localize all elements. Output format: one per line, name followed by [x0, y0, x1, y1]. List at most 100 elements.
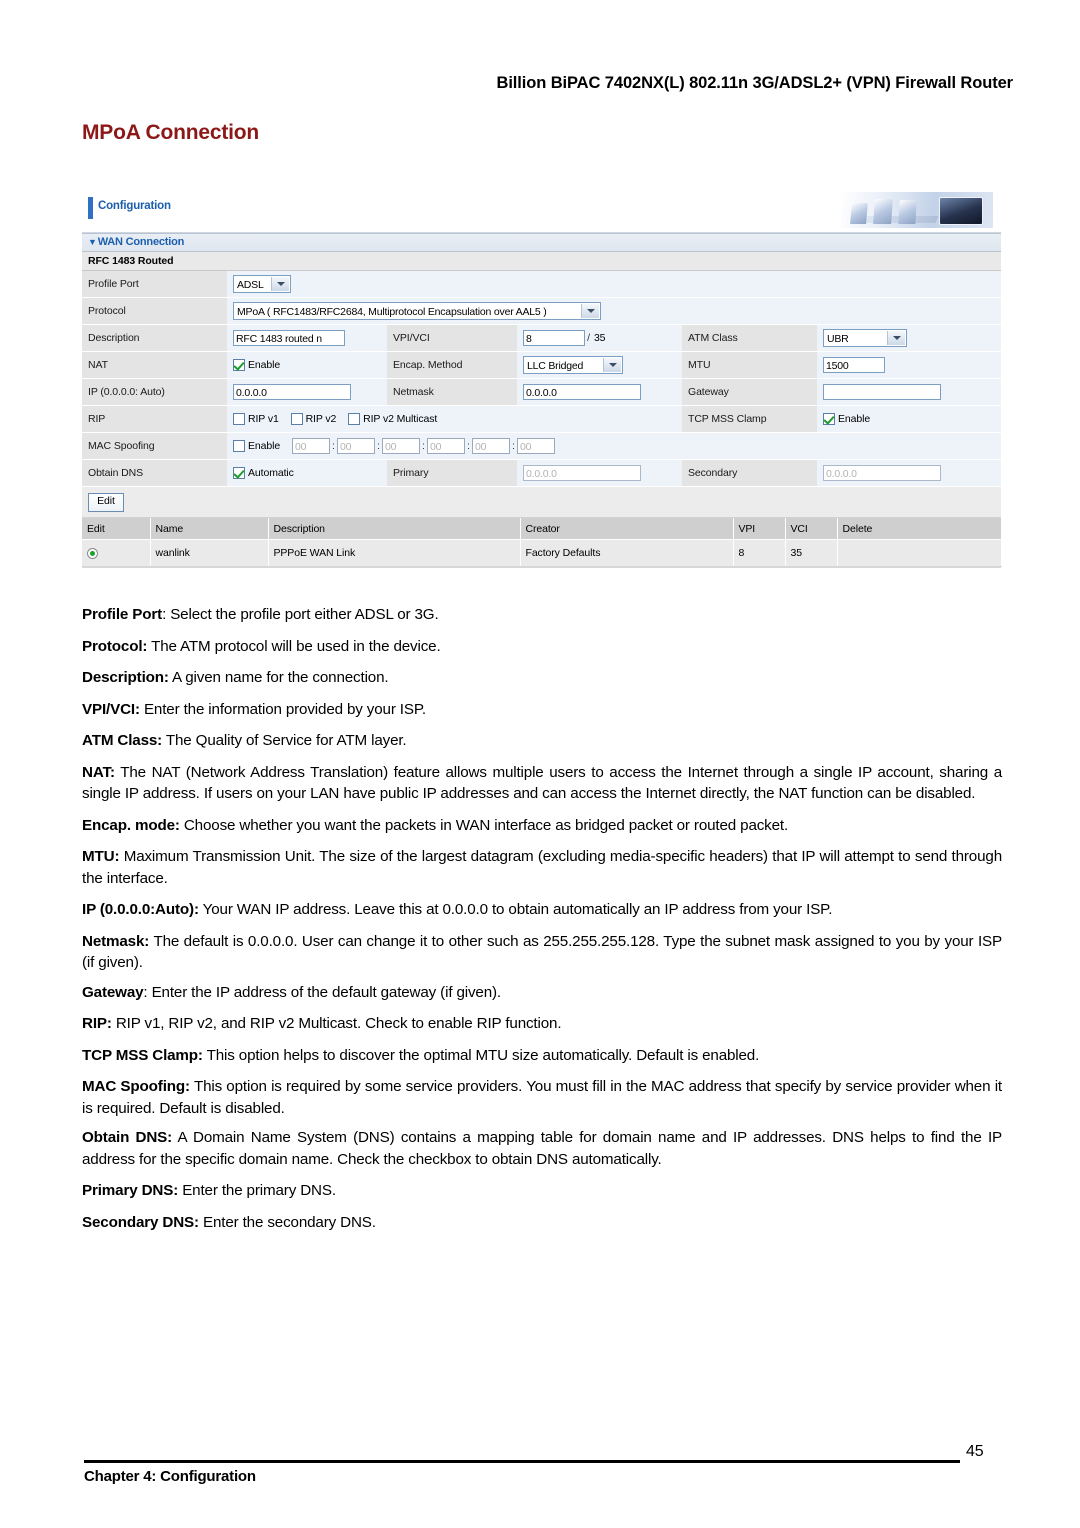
- table-row: wanlink PPPoE WAN Link Factory Defaults …: [82, 539, 1002, 567]
- column-header-delete: Delete: [837, 518, 1002, 540]
- obtain-dns-automatic-checkbox[interactable]: Automatic: [233, 467, 294, 480]
- description-nat: NAT: The NAT (Network Address Translatio…: [82, 762, 1002, 805]
- chair-shape-2: [873, 199, 893, 224]
- rip-v1-checkbox[interactable]: RIP v1: [233, 413, 279, 426]
- netmask-input[interactable]: 0.0.0.0: [523, 384, 641, 400]
- column-header-description: Description: [268, 518, 521, 540]
- description-tcp-mss-clamp: TCP MSS Clamp: This option helps to disc…: [82, 1045, 1002, 1067]
- footer-chapter-label: Chapter 4: Configuration: [84, 1468, 256, 1485]
- obtain-dns-label: Obtain DNS: [82, 459, 227, 487]
- document-page: Billion BiPAC 7402NX(L) 802.11n 3G/ADSL2…: [0, 0, 1080, 1528]
- rip-v2-label: RIP v2: [305, 413, 337, 426]
- sep-gateway: :: [143, 983, 152, 1001]
- page-number: 45: [966, 1443, 984, 1460]
- term-netmask: Netmask:: [82, 932, 150, 950]
- screenshot-bottom-border: [82, 567, 1001, 568]
- encap-method-value: LLC Bridged: [527, 360, 584, 372]
- mac-octet-1[interactable]: 00: [291, 438, 330, 454]
- page-title: MPoA Connection: [82, 121, 260, 144]
- wan-settings-form: Profile Port ADSL Protocol MPoA ( RFC148…: [82, 271, 1002, 487]
- mac-octet-4[interactable]: 00: [426, 438, 465, 454]
- primary-dns-input[interactable]: 0.0.0.0: [523, 465, 641, 481]
- checkbox-icon: [348, 413, 361, 426]
- vpi-vci-separator: /: [587, 332, 590, 344]
- mac-octet-separator: :: [467, 440, 470, 452]
- row-vci: 35: [785, 539, 838, 567]
- text-profile-port: Select the profile port either ADSL or 3…: [170, 606, 439, 623]
- description-cell: RFC 1483 routed n: [227, 324, 387, 352]
- row-select-cell[interactable]: [82, 539, 151, 567]
- vpi-input[interactable]: 8: [523, 330, 585, 346]
- term-rip: RIP:: [82, 1015, 112, 1032]
- chair-shape-1: [850, 203, 868, 224]
- nat-enable-label: Enable: [248, 359, 281, 372]
- primary-dns-cell: 0.0.0.0: [517, 459, 682, 487]
- profile-port-select[interactable]: ADSL: [233, 275, 291, 293]
- nat-enable-checkbox[interactable]: Enable: [233, 359, 281, 372]
- encap-method-select[interactable]: LLC Bridged: [523, 356, 623, 374]
- encap-method-label: Encap. Method: [387, 351, 517, 379]
- profile-port-value: ADSL: [237, 279, 264, 291]
- tab-accent-bar: [88, 197, 93, 219]
- chevron-down-icon: [887, 331, 905, 345]
- mtu-input[interactable]: 1500: [823, 357, 885, 373]
- rip-cell: RIP v1 RIP v2 RIP v2 Multicast: [227, 405, 682, 433]
- secondary-dns-input[interactable]: 0.0.0.0: [823, 465, 941, 481]
- rfc1483-routed-subheader: RFC 1483 Routed: [82, 252, 1001, 271]
- brand-banner-image: [841, 192, 993, 228]
- checkbox-icon: [233, 440, 245, 453]
- mac-octet-3[interactable]: 00: [381, 438, 420, 454]
- router-config-screenshot: Configuration ▼WAN Connection RFC 1483 R…: [82, 190, 1002, 568]
- form-row-description: Description RFC 1483 routed n VPI/VCI 8/…: [82, 324, 1002, 352]
- row-delete[interactable]: [837, 539, 1002, 567]
- mac-octet-2[interactable]: 00: [336, 438, 375, 454]
- obtain-dns-automatic-label: Automatic: [248, 467, 294, 480]
- atm-class-value: UBR: [827, 333, 849, 345]
- tcp-mss-clamp-label: TCP MSS Clamp: [682, 405, 817, 433]
- mac-spoofing-label: MAC Spoofing: [82, 432, 227, 460]
- rip-v2-multicast-checkbox[interactable]: RIP v2 Multicast: [348, 413, 438, 426]
- encap-method-cell: LLC Bridged: [517, 351, 682, 379]
- radio-button-icon[interactable]: [87, 547, 98, 559]
- description-input[interactable]: RFC 1483 routed n: [233, 330, 345, 346]
- text-atm-class: The Quality of Service for ATM layer.: [165, 732, 407, 749]
- term-mtu: MTU:: [82, 848, 120, 865]
- description-protocol: Protocol: The ATM protocol will be used …: [82, 636, 1002, 658]
- mac-octet-6[interactable]: 00: [516, 438, 555, 454]
- text-protocol: The ATM protocol will be used in the dev…: [151, 637, 441, 655]
- protocol-select[interactable]: MPoA ( RFC1483/RFC2684, Multiprotocol En…: [233, 302, 601, 320]
- wan-connection-list-table: Edit Name Description Creator VPI VCI De…: [82, 518, 1002, 567]
- term-tcp-mss-clamp: TCP MSS Clamp:: [82, 1046, 203, 1064]
- tcp-mss-clamp-checkbox[interactable]: Enable: [823, 413, 870, 426]
- ip-input[interactable]: 0.0.0.0: [233, 384, 351, 400]
- text-mtu: Maximum Transmission Unit. The size of t…: [82, 848, 1002, 887]
- description-ip: IP (0.0.0.0:Auto): Your WAN IP address. …: [82, 899, 1002, 921]
- description-mtu: MTU: Maximum Transmission Unit. The size…: [82, 846, 1002, 889]
- checkbox-icon: [233, 413, 245, 426]
- tab-configuration[interactable]: Configuration: [98, 200, 171, 212]
- text-ip: Your WAN IP address. Leave this at 0.0.0…: [202, 901, 833, 918]
- mac-spoofing-spacer-label: [682, 432, 817, 460]
- gateway-input[interactable]: [823, 384, 941, 400]
- row-creator: Factory Defaults: [520, 539, 734, 567]
- mac-octet-5[interactable]: 00: [471, 438, 510, 454]
- column-header-edit: Edit: [82, 518, 151, 540]
- atm-class-select[interactable]: UBR: [823, 329, 907, 347]
- text-rip: RIP v1, RIP v2, and RIP v2 Multicast. Ch…: [115, 1015, 562, 1032]
- secondary-dns-cell: 0.0.0.0: [817, 459, 1002, 487]
- protocol-cell: MPoA ( RFC1483/RFC2684, Multiprotocol En…: [227, 297, 1002, 325]
- term-secondary-dns: Secondary DNS:: [82, 1213, 199, 1231]
- row-description: PPPoE WAN Link: [268, 539, 521, 567]
- description-obtain-dns: Obtain DNS: A Domain Name System (DNS) c…: [82, 1127, 1002, 1170]
- footer-divider: [84, 1460, 960, 1463]
- rip-v2-multicast-label: RIP v2 Multicast: [363, 413, 438, 426]
- mac-spoofing-enable-checkbox[interactable]: Enable: [233, 440, 280, 453]
- edit-button[interactable]: Edit: [88, 492, 124, 512]
- protocol-label: Protocol: [82, 297, 227, 325]
- sep-profile-port: :: [162, 606, 171, 623]
- vci-input[interactable]: 35: [592, 330, 644, 346]
- chevron-down-icon: [271, 277, 289, 291]
- wan-connection-panel-header[interactable]: ▼WAN Connection: [82, 233, 1001, 252]
- gateway-label: Gateway: [682, 378, 817, 406]
- rip-v2-checkbox[interactable]: RIP v2: [290, 413, 337, 426]
